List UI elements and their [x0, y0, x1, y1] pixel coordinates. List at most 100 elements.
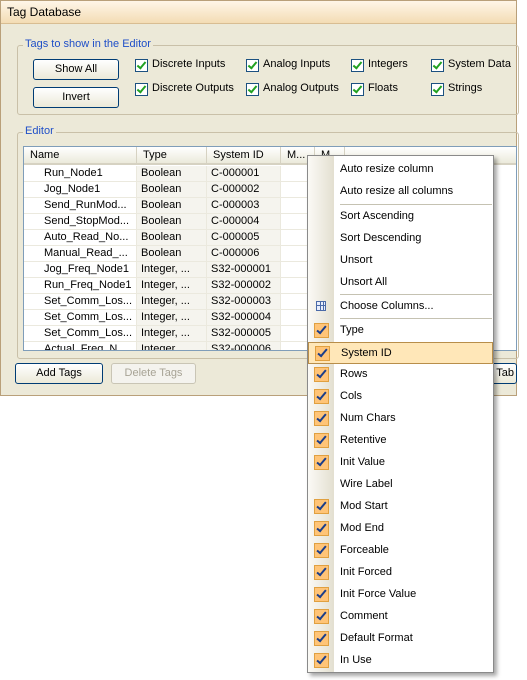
checkmark-icon: [314, 433, 329, 448]
menu-item-label: Rows: [340, 368, 368, 380]
menu-item-sort-ascending[interactable]: Sort Ascending: [308, 206, 493, 228]
cell-type[interactable]: Integer, ...: [137, 342, 207, 350]
cell-id[interactable]: S32-000001: [207, 262, 281, 278]
menu-item-auto-resize-column[interactable]: Auto resize column: [308, 159, 493, 181]
cell-name[interactable]: Jog_Freq_Node1: [24, 262, 137, 278]
cell-type[interactable]: Boolean: [137, 230, 207, 246]
menu-item-num-chars[interactable]: Num Chars: [308, 408, 493, 430]
cell-id[interactable]: C-000005: [207, 230, 281, 246]
cell-name[interactable]: Set_Comm_Los...: [24, 294, 137, 310]
cell-id[interactable]: C-000006: [207, 246, 281, 262]
menu-item-label: Wire Label: [340, 478, 393, 490]
title-bar[interactable]: Tag Database: [1, 1, 516, 24]
cell-name[interactable]: Manual_Read_...: [24, 246, 137, 262]
cell-name[interactable]: Auto_Read_No...: [24, 230, 137, 246]
menu-item-init-value[interactable]: Init Value: [308, 452, 493, 474]
menu-item-label: Default Format: [340, 632, 413, 644]
cell-type[interactable]: Boolean: [137, 198, 207, 214]
cell-name[interactable]: Run_Freq_Node1: [24, 278, 137, 294]
cell-id[interactable]: S32-000003: [207, 294, 281, 310]
cell-id[interactable]: C-000003: [207, 198, 281, 214]
column-header-type[interactable]: Type: [137, 147, 207, 165]
show-all-button[interactable]: Show All: [33, 59, 119, 80]
menu-item-label: Init Forced: [340, 566, 392, 578]
cell-id[interactable]: S32-000005: [207, 326, 281, 342]
delete-tags-button: Delete Tags: [111, 363, 196, 384]
columns-grid-icon: [316, 301, 326, 311]
menu-item-rows[interactable]: Rows: [308, 364, 493, 386]
menu-item-cols[interactable]: Cols: [308, 386, 493, 408]
menu-item-auto-resize-all-columns[interactable]: Auto resize all columns: [308, 181, 493, 203]
menu-item-label: Choose Columns...: [340, 300, 434, 312]
cell-type[interactable]: Boolean: [137, 246, 207, 262]
menu-item-default-format[interactable]: Default Format: [308, 628, 493, 650]
checkmark-icon: [314, 367, 329, 382]
menu-item-label: Forceable: [340, 544, 389, 556]
menu-item-label: Sort Ascending: [340, 210, 414, 222]
menu-item-comment[interactable]: Comment: [308, 606, 493, 628]
cell-name[interactable]: Actual_Freq_N...: [24, 342, 137, 350]
menu-item-unsort[interactable]: Unsort: [308, 250, 493, 272]
window-title: Tag Database: [7, 5, 82, 19]
cell-name[interactable]: Run_Node1: [24, 166, 137, 182]
menu-item-label: Auto resize all columns: [340, 185, 454, 197]
menu-separator: [340, 294, 492, 295]
menu-item-label: Unsort: [340, 254, 373, 266]
cell-type[interactable]: Integer, ...: [137, 310, 207, 326]
checkmark-icon: [314, 411, 329, 426]
checkmark-icon: [314, 499, 329, 514]
checkmark-icon: [315, 346, 330, 361]
column-header-system-id[interactable]: System ID: [207, 147, 281, 165]
cell-name[interactable]: Send_RunMod...: [24, 198, 137, 214]
menu-item-in-use[interactable]: In Use: [308, 650, 493, 672]
cell-id[interactable]: C-000004: [207, 214, 281, 230]
menu-item-label: Mod Start: [340, 500, 388, 512]
invert-button[interactable]: Invert: [33, 87, 119, 108]
menu-item-mod-end[interactable]: Mod End: [308, 518, 493, 540]
checkmark-icon: [314, 521, 329, 536]
menu-item-label: System ID: [341, 347, 392, 359]
menu-item-retentive[interactable]: Retentive: [308, 430, 493, 452]
checkmark-icon: [314, 609, 329, 624]
cell-type[interactable]: Boolean: [137, 214, 207, 230]
cell-type[interactable]: Integer, ...: [137, 278, 207, 294]
checkmark-icon: [314, 631, 329, 646]
menu-item-init-force-value[interactable]: Init Force Value: [308, 584, 493, 606]
editor-group-title: Editor: [23, 125, 56, 137]
cell-name[interactable]: Set_Comm_Los...: [24, 310, 137, 326]
cell-id[interactable]: S32-000004: [207, 310, 281, 326]
cell-type[interactable]: Boolean: [137, 182, 207, 198]
cell-id[interactable]: S32-000006: [207, 342, 281, 350]
cell-type[interactable]: Integer, ...: [137, 262, 207, 278]
menu-item-unsort-all[interactable]: Unsort All: [308, 272, 493, 294]
checkmark-icon: [314, 653, 329, 668]
cell-id[interactable]: C-000001: [207, 166, 281, 182]
menu-item-label: Init Value: [340, 456, 386, 468]
menu-item-label: Comment: [340, 610, 388, 622]
cell-name[interactable]: Set_Comm_Los...: [24, 326, 137, 342]
cell-id[interactable]: S32-000002: [207, 278, 281, 294]
checkmark-icon: [314, 543, 329, 558]
menu-item-sort-descending[interactable]: Sort Descending: [308, 228, 493, 250]
menu-item-init-forced[interactable]: Init Forced: [308, 562, 493, 584]
cell-name[interactable]: Jog_Node1: [24, 182, 137, 198]
checkmark-icon: [314, 455, 329, 470]
column-header-name[interactable]: Name: [24, 147, 137, 165]
menu-item-choose-columns[interactable]: Choose Columns...: [308, 296, 493, 318]
menu-item-label: Unsort All: [340, 276, 388, 288]
menu-item-wire-label[interactable]: Wire Label: [308, 474, 493, 496]
menu-item-mod-start[interactable]: Mod Start: [308, 496, 493, 518]
menu-item-type[interactable]: Type: [308, 320, 493, 342]
cell-name[interactable]: Send_StopMod...: [24, 214, 137, 230]
add-tags-button[interactable]: Add Tags: [15, 363, 103, 384]
menu-item-label: Num Chars: [340, 412, 396, 424]
cell-type[interactable]: Boolean: [137, 166, 207, 182]
menu-item-system-id[interactable]: System ID: [308, 342, 493, 364]
cell-id[interactable]: C-000002: [207, 182, 281, 198]
cell-type[interactable]: Integer, ...: [137, 294, 207, 310]
menu-separator: [340, 318, 492, 319]
checkmark-icon: [314, 323, 329, 338]
cell-type[interactable]: Integer, ...: [137, 326, 207, 342]
menu-separator: [340, 204, 492, 205]
menu-item-forceable[interactable]: Forceable: [308, 540, 493, 562]
